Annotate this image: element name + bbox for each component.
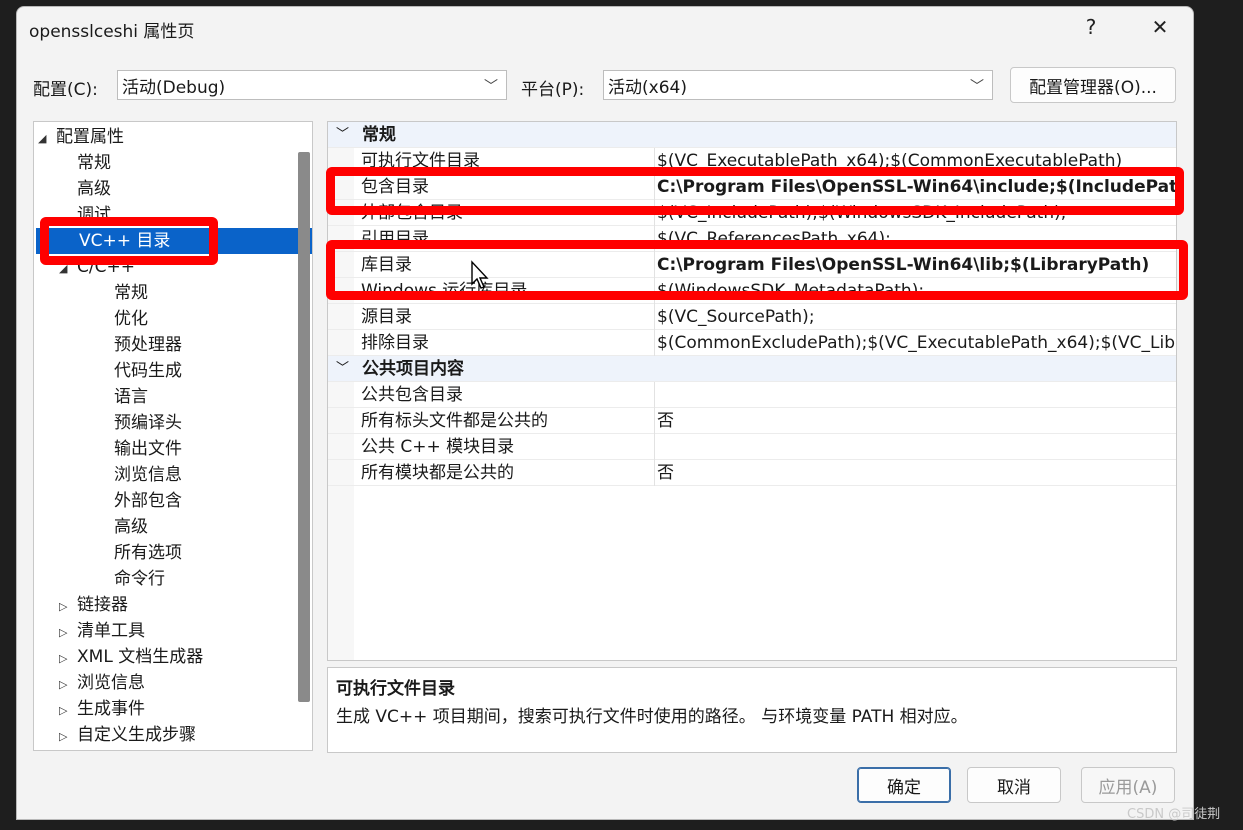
- column-separator: [654, 408, 655, 434]
- column-separator: [654, 330, 655, 356]
- config-manager-button[interactable]: 配置管理器(O)...: [1010, 67, 1176, 103]
- property-value: $(CommonExcludePath);$(VC_ExecutablePath…: [657, 333, 1176, 353]
- property-row[interactable]: 排除目录 $(CommonExcludePath);$(VC_Executable…: [328, 330, 1176, 356]
- ok-button[interactable]: 确定: [857, 767, 951, 803]
- highlight-include-dirs: [326, 167, 1184, 215]
- property-pages-dialog: opensslceshi 属性页 ? ✕ 配置(C): 活动(Debug) ﹀ …: [16, 6, 1194, 820]
- tree-scrollbar[interactable]: [298, 152, 310, 702]
- close-icon: ✕: [1151, 15, 1169, 39]
- collapsed-triangle-icon: ▷: [59, 678, 68, 691]
- tree-item[interactable]: 命令行: [96, 566, 165, 592]
- category-public[interactable]: ﹀ 公共项目内容: [328, 356, 1176, 382]
- tree-item[interactable]: 预处理器: [96, 332, 182, 358]
- platform-select-value: 活动(x64): [608, 77, 687, 98]
- help-button[interactable]: ?: [1065, 9, 1117, 45]
- tree-item[interactable]: 高级: [96, 514, 148, 540]
- config-label: 配置(C):: [33, 80, 98, 100]
- property-name: 公共包含目录: [361, 385, 463, 405]
- property-tree: ◢ 配置属性 常规 高级 调试 VC++ 目录 ◢ C/C++ 常规 优化 预处理器 代码生成 语言预…: [33, 121, 313, 751]
- tree-item[interactable]: 常规: [96, 280, 148, 306]
- description-text: 生成 VC++ 项目期间，搜索可执行文件时使用的路径。 与环境变量 PATH 相…: [336, 707, 968, 727]
- highlight-vc-directories: [40, 217, 218, 265]
- collapse-chevron-icon: ﹀: [336, 361, 350, 376]
- column-separator: [654, 434, 655, 460]
- tree-item[interactable]: ▷ 生成事件: [59, 696, 145, 722]
- tree-item[interactable]: ▷ 链接器: [59, 592, 128, 618]
- tree-item[interactable]: 预编译头: [96, 410, 182, 436]
- collapsed-triangle-icon: ▷: [59, 652, 68, 665]
- tree-item[interactable]: ▷ 自定义生成步骤: [59, 722, 196, 748]
- property-row[interactable]: 源目录 $(VC_SourcePath);: [328, 304, 1176, 330]
- tree-item[interactable]: 所有选项: [96, 540, 182, 566]
- property-row[interactable]: 公共包含目录: [328, 382, 1176, 408]
- mouse-cursor-icon: [471, 260, 489, 289]
- collapsed-triangle-icon: ▷: [59, 600, 68, 613]
- tree-item[interactable]: 常规: [59, 150, 111, 176]
- apply-button[interactable]: 应用(A): [1081, 767, 1175, 803]
- property-name: 所有模块都是公共的: [361, 463, 514, 483]
- highlight-library-dirs: [326, 240, 1188, 300]
- property-row[interactable]: 公共 C++ 模块目录: [328, 434, 1176, 460]
- chevron-down-icon: ﹀: [970, 79, 984, 95]
- platform-select[interactable]: 活动(x64) ﹀: [603, 70, 993, 100]
- config-select-value: 活动(Debug): [122, 77, 226, 98]
- tree-item[interactable]: 代码生成: [96, 358, 182, 384]
- platform-label: 平台(P):: [521, 80, 585, 100]
- tree-item[interactable]: 输出文件: [96, 436, 182, 462]
- collapsed-triangle-icon: ▷: [59, 704, 68, 717]
- watermark: CSDN @司徒荆: [1127, 807, 1221, 822]
- chevron-down-icon: ﹀: [484, 79, 498, 95]
- tree-root[interactable]: ◢ 配置属性: [38, 124, 124, 150]
- column-separator: [654, 460, 655, 486]
- category-general[interactable]: ﹀ 常规: [328, 122, 1176, 148]
- property-value: 否: [657, 463, 674, 483]
- property-row[interactable]: 所有模块都是公共的 否: [328, 460, 1176, 486]
- description-title: 可执行文件目录: [336, 679, 455, 699]
- collapsed-triangle-icon: ▷: [59, 730, 68, 743]
- window-title: opensslceshi 属性页: [29, 22, 195, 42]
- tree-item[interactable]: ▷ 浏览信息: [59, 670, 145, 696]
- tree-item[interactable]: 语言: [96, 384, 148, 410]
- description-panel: 可执行文件目录 生成 VC++ 项目期间，搜索可执行文件时使用的路径。 与环境变…: [327, 667, 1177, 753]
- property-name: 排除目录: [361, 333, 429, 353]
- collapsed-triangle-icon: ▷: [59, 626, 68, 639]
- column-separator: [654, 382, 655, 408]
- tree-item[interactable]: ▷ XML 文档生成器: [59, 644, 203, 670]
- column-separator: [654, 304, 655, 330]
- config-select[interactable]: 活动(Debug) ﹀: [117, 70, 507, 100]
- property-name: 所有标头文件都是公共的: [361, 411, 548, 431]
- property-name: 公共 C++ 模块目录: [361, 437, 515, 457]
- tree-item[interactable]: ▷ 清单工具: [59, 618, 145, 644]
- cancel-button[interactable]: 取消: [967, 767, 1061, 803]
- close-button[interactable]: ✕: [1134, 9, 1186, 45]
- tree-item[interactable]: 浏览信息: [96, 462, 182, 488]
- collapse-chevron-icon: ﹀: [336, 127, 350, 142]
- tree-item[interactable]: 高级: [59, 176, 111, 202]
- tree-item[interactable]: 优化: [96, 306, 148, 332]
- expanded-triangle-icon: ◢: [38, 132, 47, 145]
- property-value: 否: [657, 411, 674, 431]
- property-row[interactable]: 所有标头文件都是公共的 否: [328, 408, 1176, 434]
- tree-item[interactable]: 外部包含: [96, 488, 182, 514]
- property-name: 源目录: [361, 307, 412, 327]
- property-value: $(VC_SourcePath);: [657, 307, 815, 327]
